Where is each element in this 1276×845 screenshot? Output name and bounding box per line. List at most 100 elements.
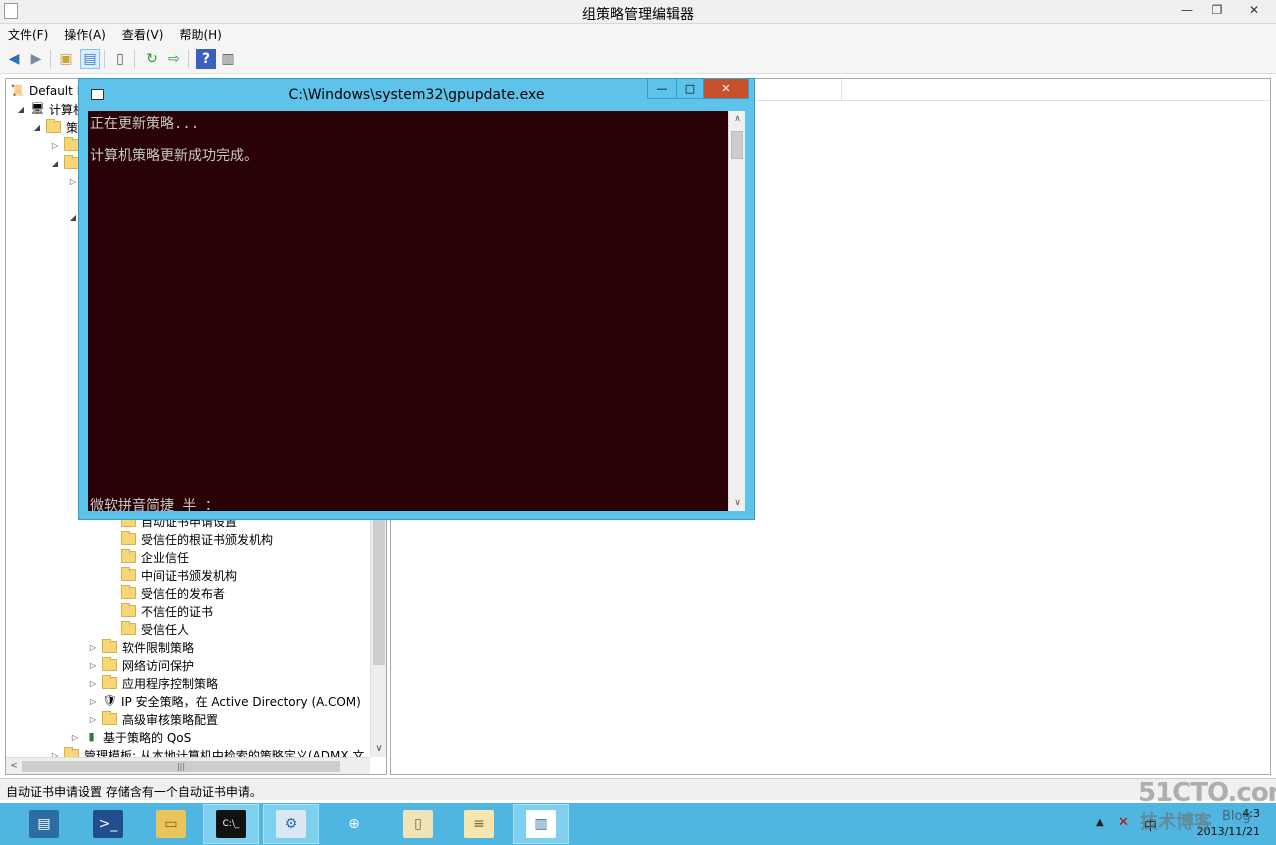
scrollbar-thumb[interactable] (373, 519, 385, 665)
scrollbar-thumb[interactable]: ||| (22, 761, 340, 772)
tree-item-qos[interactable]: ▷ ▮ 基于策略的 QoS (70, 728, 191, 746)
help-icon[interactable]: ? (196, 49, 216, 69)
taskbar-control-panel[interactable]: ⚙ (263, 804, 319, 844)
tree-item-applocker[interactable]: ▷ 应用程序控制策略 (88, 674, 218, 692)
tree-horizontal-scrollbar[interactable]: < ||| (6, 757, 370, 774)
tree-item-label: 软件限制策略 (122, 640, 195, 655)
folder-icon (102, 711, 117, 725)
policy-scroll-icon: 📜 (10, 84, 25, 97)
main-title-bar: 组策略管理编辑器 — ❐ ✕ (0, 0, 1276, 24)
properties-icon[interactable]: ▯ (110, 49, 130, 69)
expand-icon[interactable]: ▷ (70, 733, 80, 742)
taskbar-group-policy[interactable]: ▯ (390, 804, 446, 844)
menu-action[interactable]: 操作(A) (56, 24, 114, 44)
scrollbar-thumb[interactable] (731, 131, 743, 159)
tree-item-label: 企业信任 (141, 550, 190, 565)
control-panel-icon: ⚙ (276, 810, 306, 838)
expand-icon[interactable]: ▷ (88, 679, 98, 688)
tree-computer-config[interactable]: ◢ 🖥 计算机 (16, 100, 85, 118)
console-minimize-button[interactable]: — (647, 79, 677, 99)
toolbar-separator (50, 50, 51, 68)
scroll-up-arrow-icon[interactable]: ∧ (729, 111, 746, 127)
show-hidden-icons-icon[interactable]: ▲ (1096, 817, 1104, 828)
tree-item-software-restriction[interactable]: ▷ 软件限制策略 (88, 638, 194, 656)
expand-icon[interactable]: ▷ (88, 661, 98, 670)
tree-item-label: 高级审核策略配置 (122, 712, 219, 727)
console-output[interactable]: 正在更新策略... 计算机策略更新成功完成。 微软拼音简捷 半 ： (88, 111, 728, 514)
menu-view[interactable]: 查看(V) (114, 24, 172, 44)
powershell-icon: >_ (93, 810, 123, 838)
show-hide-tree-icon[interactable]: ▤ (80, 49, 100, 69)
menu-bar: 文件(F) 操作(A) 查看(V) 帮助(H) (0, 24, 1276, 44)
folder-icon (102, 639, 117, 653)
server-manager-icon: ▤ (29, 810, 59, 838)
mmc-icon: ▥ (526, 810, 556, 838)
collapse-icon[interactable]: ◢ (16, 105, 26, 114)
window-title: 组策略管理编辑器 (582, 7, 694, 23)
console-maximize-button[interactable]: □ (676, 79, 704, 99)
folder-icon (121, 621, 136, 635)
restore-button[interactable]: ❐ (1202, 0, 1232, 20)
collapse-icon[interactable]: ◢ (32, 123, 42, 132)
export-list-icon[interactable]: ⇨ (164, 49, 184, 69)
tree-item-untrusted-certs[interactable]: 不信任的证书 (121, 602, 213, 620)
console-scrollbar[interactable]: ∧ ∨ (728, 111, 745, 511)
tree-root[interactable]: 📜 Default D (10, 82, 86, 100)
expand-icon[interactable]: ▷ (50, 141, 60, 150)
tree-item-label: 中间证书颁发机构 (141, 568, 238, 583)
tree-item-trusted-people[interactable]: 受信任人 (121, 620, 189, 638)
back-icon[interactable]: ◀ (4, 49, 24, 69)
minimize-button[interactable]: — (1172, 0, 1202, 20)
console-title-bar[interactable]: C:\Windows\system32\gpupdate.exe — □ ✕ (79, 79, 754, 111)
folder-icon (121, 603, 136, 617)
tree-item-trusted-publishers[interactable]: 受信任的发布者 (121, 584, 225, 602)
console-line: 正在更新策略... (90, 116, 200, 132)
tree-item-trusted-root[interactable]: 受信任的根证书颁发机构 (121, 530, 273, 548)
column-divider[interactable] (841, 79, 842, 101)
taskbar-network[interactable]: ⊕ (326, 804, 382, 844)
collapse-icon[interactable]: ◢ (68, 213, 78, 222)
folder-icon (121, 585, 136, 599)
refresh-icon[interactable]: ↻ (142, 49, 162, 69)
taskbar-cmd[interactable]: C:\_ (203, 804, 259, 844)
menu-file[interactable]: 文件(F) (0, 24, 56, 44)
network-icon: ⊕ (348, 816, 360, 832)
menu-help[interactable]: 帮助(H) (171, 24, 229, 44)
expand-icon[interactable]: ▷ (68, 177, 78, 186)
scroll-down-arrow-icon[interactable]: ∨ (729, 495, 746, 511)
folder-icon (64, 155, 79, 169)
tree-item-ipsec[interactable]: ▷ 🛡 IP 安全策略，在 Active Directory (A.COM) (88, 692, 361, 710)
console-window[interactable]: C:\Windows\system32\gpupdate.exe — □ ✕ 正… (78, 78, 755, 520)
folder-icon (121, 549, 136, 563)
tree-item-advanced-audit[interactable]: ▷ 高级审核策略配置 (88, 710, 218, 728)
up-folder-icon[interactable]: ▣ (56, 49, 76, 69)
folder-icon (64, 137, 79, 151)
tree-vertical-scrollbar[interactable]: ∨ (370, 519, 386, 757)
scroll-down-arrow-icon[interactable]: ∨ (371, 741, 386, 757)
network-error-icon[interactable]: ✕ (1118, 815, 1129, 830)
taskbar-notepad[interactable]: ≡ (451, 804, 507, 844)
folder-icon (102, 657, 117, 671)
notepad-icon: ≡ (464, 810, 494, 838)
forward-icon[interactable]: ▶ (26, 49, 46, 69)
taskbar-powershell[interactable]: >_ (80, 804, 136, 844)
close-button[interactable]: ✕ (1232, 0, 1276, 20)
tree-item-intermediate-ca[interactable]: 中间证书颁发机构 (121, 566, 237, 584)
tree-policies[interactable]: ◢ 策 (32, 118, 78, 136)
action-pane-icon[interactable]: ▥ (218, 49, 238, 69)
taskbar-file-explorer[interactable]: ▭ (143, 804, 199, 844)
toolbar-separator (104, 50, 105, 68)
tree-item-enterprise-trust[interactable]: 企业信任 (121, 548, 189, 566)
tree-item-nap[interactable]: ▷ 网络访问保护 (88, 656, 194, 674)
scroll-left-arrow-icon[interactable]: < (6, 758, 22, 774)
tree-item-label: 策 (66, 120, 79, 135)
expand-icon[interactable]: ▷ (88, 643, 98, 652)
watermark-logo: 51CTO.com (1138, 778, 1276, 808)
expand-icon[interactable]: ▷ (88, 715, 98, 724)
taskbar-mmc[interactable]: ▥ (513, 804, 569, 844)
expand-icon[interactable]: ▷ (88, 697, 98, 706)
console-close-button[interactable]: ✕ (703, 79, 749, 99)
collapse-icon[interactable]: ◢ (50, 159, 60, 168)
taskbar-server-manager[interactable]: ▤ (16, 804, 72, 844)
file-explorer-icon: ▭ (156, 810, 186, 838)
